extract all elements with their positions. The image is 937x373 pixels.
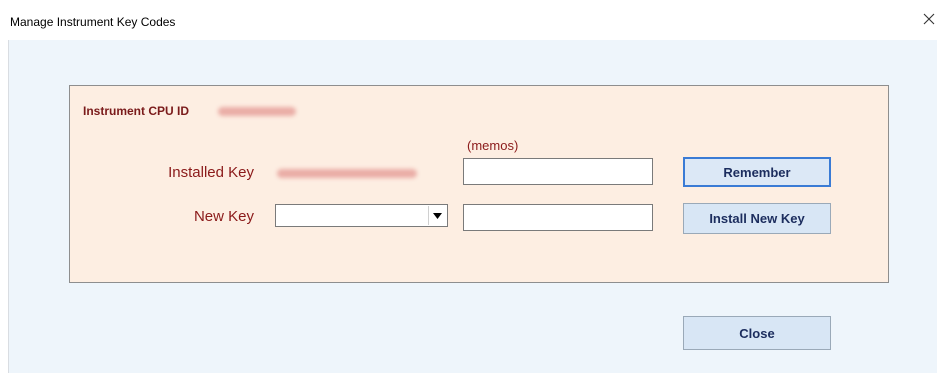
title-bar: Manage Instrument Key Codes: [0, 0, 937, 40]
memos-label: (memos): [467, 138, 519, 153]
new-key-label: New Key: [193, 208, 254, 225]
dialog-body: Instrument CPU ID (memos) Installed Key …: [8, 40, 937, 373]
installed-key-label: Installed Key: [168, 164, 254, 181]
close-icon[interactable]: [921, 11, 937, 27]
chevron-down-icon[interactable]: [428, 206, 446, 225]
install-new-key-button[interactable]: Install New Key: [683, 203, 831, 234]
cpu-id-value-redacted: [218, 107, 296, 116]
remember-button[interactable]: Remember: [683, 157, 831, 187]
installed-key-memo-input[interactable]: [463, 158, 653, 185]
manage-key-codes-dialog: Manage Instrument Key Codes Instrument C…: [0, 0, 937, 373]
window-title: Manage Instrument Key Codes: [10, 15, 176, 29]
cpu-id-label: Instrument CPU ID: [83, 104, 190, 118]
close-button[interactable]: Close: [683, 316, 831, 350]
new-key-memo-input[interactable]: [463, 204, 653, 231]
new-key-select[interactable]: [275, 204, 448, 227]
installed-key-value-redacted: [277, 169, 417, 178]
